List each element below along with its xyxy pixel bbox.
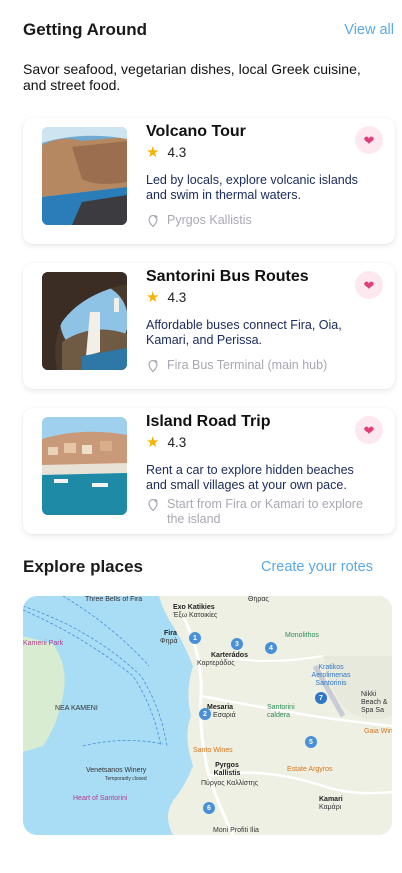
location-pin-icon bbox=[148, 498, 158, 512]
location-text: Start from Fira or Kamari to explore the… bbox=[167, 497, 363, 526]
rating: ★ 4.3 bbox=[146, 290, 186, 305]
route-marker[interactable]: 2 bbox=[199, 708, 211, 720]
heart-icon: ❤ bbox=[363, 277, 375, 293]
route-marker[interactable]: 3 bbox=[231, 638, 243, 650]
map-label: Santo Wines bbox=[193, 747, 233, 754]
map-label: NEA KAMENI bbox=[55, 705, 98, 712]
getting-around-title: Getting Around bbox=[23, 20, 148, 39]
map-label: Karterádos bbox=[211, 652, 248, 659]
route-marker[interactable]: 7 bbox=[315, 692, 327, 704]
map-label: Kamari bbox=[319, 796, 343, 803]
card-title: Santorini Bus Routes bbox=[146, 268, 309, 285]
explore-places-title: Explore places bbox=[23, 557, 144, 576]
map-label: Pyrgos Kallistis bbox=[213, 762, 241, 777]
map-label: Πύργος Καλλίστης bbox=[201, 780, 259, 787]
card-description: Affordable buses connect Fira, Oia, Kama… bbox=[146, 318, 342, 347]
map-label: Έξω Κατοικίες bbox=[173, 612, 218, 619]
card-description: Rent a car to explore hidden beaches and… bbox=[146, 463, 354, 492]
map-label: Exo Katikies bbox=[173, 604, 215, 611]
heart-icon: ❤ bbox=[363, 132, 375, 148]
getting-around-intro: Savor seafood, vegetarian dishes, local … bbox=[23, 61, 361, 93]
star-icon: ★ bbox=[146, 144, 160, 161]
star-icon: ★ bbox=[146, 289, 160, 306]
map-label: Santorini caldera bbox=[267, 704, 295, 719]
location-pin-icon bbox=[148, 359, 158, 373]
map-label: Kameni Park bbox=[23, 640, 64, 647]
favorite-button[interactable]: ❤ bbox=[355, 126, 383, 154]
map-label: Mesaria bbox=[207, 704, 234, 711]
map-label: Moni Profiti Ilia bbox=[213, 827, 259, 834]
map-label: Three Bells of Fira bbox=[85, 596, 143, 603]
rating-value: 4.3 bbox=[167, 290, 187, 305]
rating-value: 4.3 bbox=[167, 435, 187, 450]
map-label: Φηρά bbox=[160, 638, 178, 645]
map-label: Nikki Beach & Spa Sa bbox=[361, 691, 388, 714]
route-marker[interactable]: 6 bbox=[203, 802, 215, 814]
location-pin-icon bbox=[148, 214, 158, 228]
card-title: Island Road Trip bbox=[146, 413, 271, 430]
card-location: Pyrgos Kallistis bbox=[146, 213, 376, 228]
map-label: Venetsanos Winery bbox=[86, 767, 147, 774]
route-marker[interactable]: 1 bbox=[189, 632, 201, 644]
star-icon: ★ bbox=[146, 434, 160, 451]
card-title: Volcano Tour bbox=[146, 123, 246, 140]
map-label: Kratikos Aerolimenas Santorinis bbox=[311, 664, 351, 687]
map-label: Gaia Wine bbox=[364, 728, 392, 735]
road-trip-image bbox=[42, 417, 127, 515]
card-location: Fira Bus Terminal (main hub) bbox=[146, 358, 376, 373]
heart-icon: ❤ bbox=[363, 422, 375, 438]
map-label: Καμάρι bbox=[319, 804, 342, 811]
location-text: Fira Bus Terminal (main hub) bbox=[167, 358, 328, 372]
transport-card[interactable]: Island Road Trip ★ 4.3 Rent a car to exp… bbox=[23, 408, 395, 534]
bus-routes-image bbox=[42, 272, 127, 370]
view-all-link[interactable]: View all bbox=[344, 22, 394, 38]
map-label: Monolithos bbox=[285, 632, 319, 639]
transport-card[interactable]: Santorini Bus Routes ★ 4.3 Affordable bu… bbox=[23, 263, 395, 389]
map-label: Estate Argyros bbox=[287, 766, 333, 773]
route-marker[interactable]: 4 bbox=[265, 642, 277, 654]
card-description: Led by locals, explore volcanic islands … bbox=[146, 173, 358, 202]
map-label: Heart of Santorini bbox=[73, 795, 128, 802]
favorite-button[interactable]: ❤ bbox=[355, 271, 383, 299]
map-label: Εσαριά bbox=[213, 712, 236, 719]
rating: ★ 4.3 bbox=[146, 145, 186, 160]
map-label: Καρτεράδος bbox=[197, 660, 235, 667]
create-route-link[interactable]: Create your rotes bbox=[261, 559, 373, 575]
transport-card[interactable]: Volcano Tour ★ 4.3 Led by locals, explor… bbox=[23, 118, 395, 244]
explore-places-header: Explore places Create your rotes bbox=[23, 557, 373, 577]
map-label: Fira bbox=[164, 630, 177, 637]
rating-value: 4.3 bbox=[167, 145, 187, 160]
card-location: Start from Fira or Kamari to explore the… bbox=[146, 497, 376, 527]
getting-around-header: Getting Around View all bbox=[23, 20, 394, 40]
map-label: Θήρας bbox=[248, 596, 269, 603]
rating: ★ 4.3 bbox=[146, 435, 186, 450]
volcano-tour-image bbox=[42, 127, 127, 225]
location-text: Pyrgos Kallistis bbox=[167, 213, 252, 227]
route-marker[interactable]: 5 bbox=[305, 736, 317, 748]
map-view[interactable]: Three Bells of Fira Exo Katikies Έξω Κατ… bbox=[23, 596, 392, 835]
favorite-button[interactable]: ❤ bbox=[355, 416, 383, 444]
map-label: Temporarily closed bbox=[105, 776, 147, 782]
